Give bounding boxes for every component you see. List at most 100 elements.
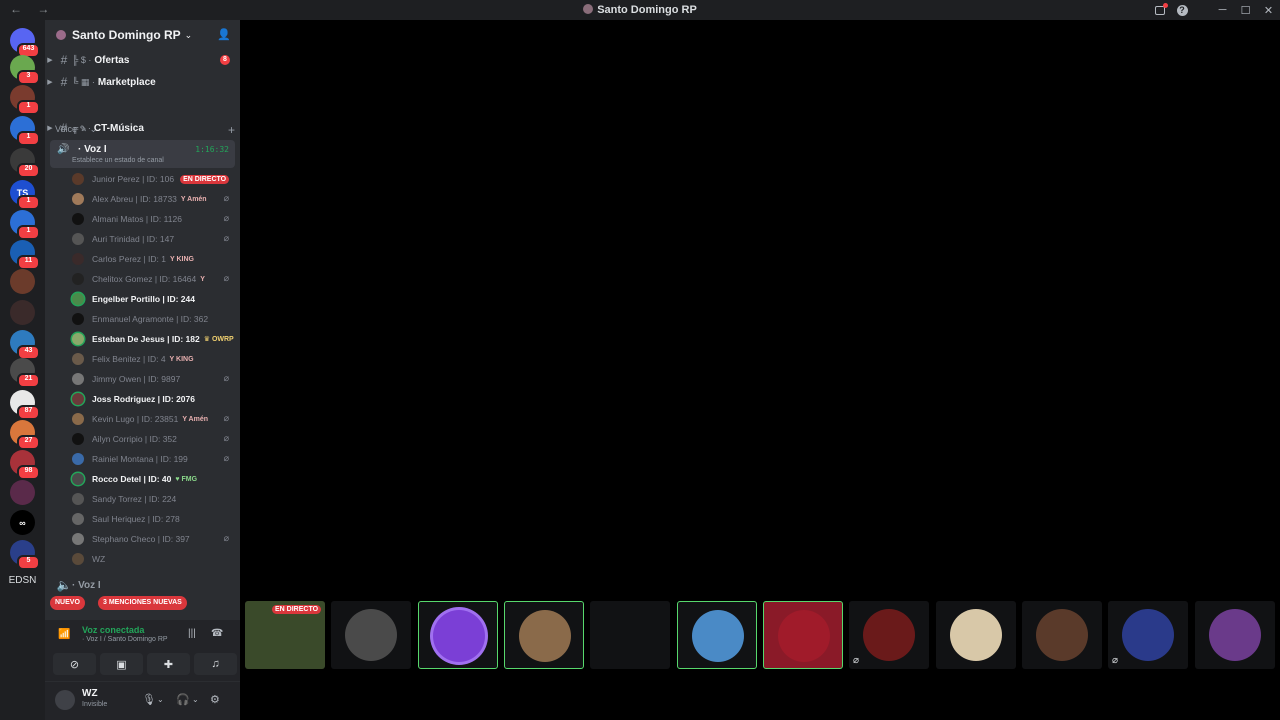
server-icon[interactable]	[10, 300, 35, 325]
voice-member[interactable]: WZ	[72, 550, 235, 568]
channel-status[interactable]: Establece un estado de canal	[72, 157, 164, 164]
channel-ofertas[interactable]: ▶ # ╠ $ · Ofertas 8	[45, 50, 240, 70]
server-icon[interactable]: 1	[10, 116, 40, 146]
voice-member[interactable]: Almani Matos | ID: 1126 ⌀	[72, 210, 235, 228]
add-member-icon[interactable]: 👤	[217, 28, 231, 41]
server-icon[interactable]: 5	[10, 540, 40, 570]
participant-tile[interactable]	[418, 601, 498, 669]
participant-tile[interactable]	[504, 601, 584, 669]
avatar[interactable]	[55, 690, 75, 710]
server-icon[interactable]: 3	[10, 55, 40, 85]
voice-member[interactable]: Chelitox Gomez | ID: 16464 Y ⌀	[72, 270, 235, 288]
server-icon[interactable]: 1	[10, 210, 40, 240]
channel-marketplace[interactable]: ▶ # ╚ ▦ · Marketplace	[45, 72, 240, 92]
voice-member[interactable]: Junior Perez | ID: 106 EN DIRECTO	[72, 170, 235, 188]
microphone-icon[interactable]: 🎙	[142, 693, 156, 706]
server-icon[interactable]: 11	[10, 240, 40, 270]
voice-member[interactable]: Stephano Checo | ID: 397 ⌀	[72, 530, 235, 548]
server-icon[interactable]: 21	[10, 358, 40, 388]
voice-member[interactable]: Auri Trinidad | ID: 147 ⌀	[72, 230, 235, 248]
gear-icon[interactable]: ⚙	[210, 693, 220, 706]
participant-tile[interactable]	[1195, 601, 1275, 669]
user-panel: WZ Invisible 🎙 ⌄ 🎧 ⌄ ⚙	[45, 682, 240, 720]
soundboard-button[interactable]: ♫	[194, 653, 237, 675]
guild-header[interactable]: Santo Domingo RP ⌄ 👤	[45, 20, 240, 50]
voice-channel-voz-i[interactable]: 🔈 · Voz I	[45, 575, 240, 595]
voice-member[interactable]: Carlos Perez | ID: 1Y KING	[72, 250, 235, 268]
participant-tile[interactable]: ⌀	[849, 601, 929, 669]
headphones-icon[interactable]: 🎧	[176, 693, 190, 706]
server-logo-icon	[583, 4, 594, 14]
voice-connected-title[interactable]: Voz conectada	[82, 625, 144, 635]
camera-off-button[interactable]: ⊘	[53, 653, 96, 675]
server-icon[interactable]: ∞	[10, 510, 35, 535]
mic-muted-icon: ⌀	[1112, 655, 1119, 666]
member-tag: Y	[200, 275, 205, 283]
server-icon[interactable]: TS 1	[10, 180, 40, 210]
voice-member[interactable]: Enmanuel Agramonte | ID: 362	[72, 310, 235, 328]
server-icon[interactable]: 98	[10, 450, 40, 480]
server-icon[interactable]: 43	[10, 330, 40, 360]
new-pill[interactable]: NUEVO	[50, 596, 85, 610]
mic-muted-icon: ⌀	[223, 453, 229, 463]
avatar	[72, 533, 84, 545]
mic-muted-icon: ⌀	[223, 533, 229, 543]
voice-member[interactable]: Kevin Lugo | ID: 23851 Y Amén ⌀	[72, 410, 235, 428]
participant-tile[interactable]	[936, 601, 1016, 669]
chevron-down-icon[interactable]: ⌄	[192, 695, 199, 704]
member-name: Esteban De Jesus | ID: 182	[92, 334, 200, 344]
voice-connected-sub[interactable]: · Voz I / Santo Domingo RP	[82, 636, 168, 643]
server-rail: EDSN 643 3 1 1 20 TS 1 1 11 43 21 87 27 98 ∞ 5	[0, 20, 45, 720]
avatar	[72, 273, 84, 285]
participant-tile[interactable]	[590, 601, 670, 669]
member-name: Saul Heriquez | ID: 278	[92, 514, 180, 524]
participant-tile[interactable]: ⌀	[1108, 601, 1188, 669]
participant-tile[interactable]	[677, 601, 757, 669]
unread-badge: 27	[17, 435, 40, 450]
disconnect-icon[interactable]: ☎	[211, 628, 223, 639]
voice-channel-active[interactable]: 🔊 · Voz I 1:16:32 Establece un estado de…	[50, 140, 235, 168]
voice-member[interactable]: Felix Benitez | ID: 4Y KING	[72, 350, 235, 368]
activities-button[interactable]: ✚	[147, 653, 190, 675]
voice-member[interactable]: Sandy Torrez | ID: 224	[72, 490, 235, 508]
participant-tile[interactable]: EN DIRECTO	[245, 601, 325, 669]
unread-badge: 1	[17, 131, 40, 146]
participant-tile[interactable]	[1022, 601, 1102, 669]
server-icon[interactable]: 87	[10, 390, 40, 420]
voice-member[interactable]: Engelber Portillo | ID: 244	[72, 290, 235, 308]
unread-badge: 87	[17, 405, 40, 420]
participant-tile[interactable]	[763, 601, 843, 669]
server-icon[interactable]	[10, 269, 35, 294]
avatar	[72, 433, 84, 445]
signal-icon[interactable]: 📶	[58, 629, 70, 640]
user-name[interactable]: WZ	[82, 688, 98, 699]
voice-member[interactable]: Joss Rodriguez | ID: 2076	[72, 390, 235, 408]
server-icon[interactable]: 27	[10, 420, 40, 450]
chevron-down-icon[interactable]: ⌄	[157, 695, 164, 704]
server-icon[interactable]: 1	[10, 85, 40, 115]
avatar	[863, 609, 915, 661]
member-tag: Y Amén	[182, 415, 209, 423]
voice-member[interactable]: Rocco Detel | ID: 40 ♥ FMG	[72, 470, 235, 488]
server-icon[interactable]: 20	[10, 148, 40, 178]
server-label-edsn[interactable]: EDSN	[2, 575, 43, 586]
voice-member[interactable]: Alex Abreu | ID: 18733 Y Amén ⌀	[72, 190, 235, 208]
inbox-icon[interactable]	[1149, 0, 1171, 20]
share-screen-button[interactable]: ▣	[100, 653, 143, 675]
channel-deco: ╠ $ ·	[72, 55, 92, 65]
server-icon[interactable]: 643	[10, 28, 40, 58]
server-icon[interactable]	[10, 480, 35, 505]
minimize-icon[interactable]: ─	[1211, 0, 1234, 20]
help-icon[interactable]: ?	[1171, 0, 1193, 20]
voice-member[interactable]: Saul Heriquez | ID: 278	[72, 510, 235, 528]
voice-member[interactable]: Ailyn Corripio | ID: 352 ⌀	[72, 430, 235, 448]
noise-suppression-icon[interactable]: |||	[188, 628, 196, 639]
voice-member[interactable]: Esteban De Jesus | ID: 182 ♛ OWRP	[72, 330, 235, 348]
close-icon[interactable]: ✕	[1257, 0, 1280, 20]
voice-member[interactable]: Rainiel Montana | ID: 199 ⌀	[72, 450, 235, 468]
maximize-icon[interactable]: ☐	[1234, 0, 1257, 20]
channel-ct-musica[interactable]: ▶ # ╔ ♪ · CT-Música	[45, 118, 240, 138]
voice-member[interactable]: Jimmy Owen | ID: 9897 ⌀	[72, 370, 235, 388]
participant-tile[interactable]	[331, 601, 411, 669]
mentions-pill[interactable]: 3 MENCIONES NUEVAS	[98, 596, 187, 610]
